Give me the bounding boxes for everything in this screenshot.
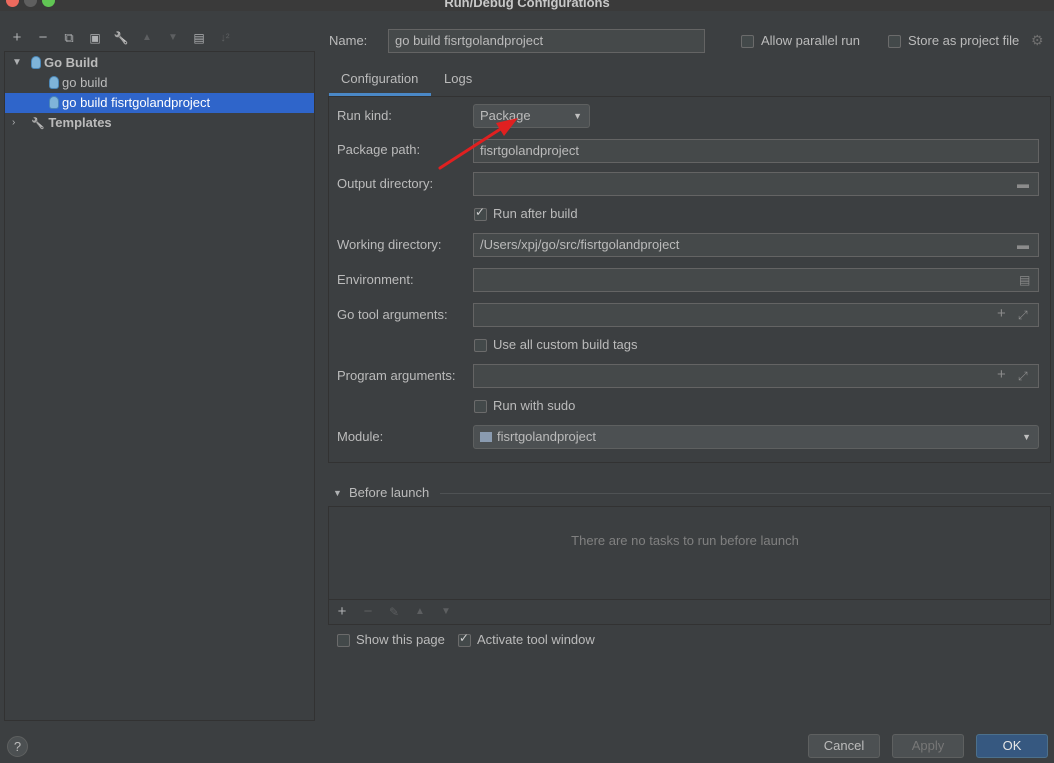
gopher-icon bbox=[49, 76, 59, 89]
divider bbox=[440, 493, 1051, 494]
add-configuration-button[interactable]: + bbox=[8, 29, 26, 47]
use-custom-tags-checkbox[interactable] bbox=[474, 339, 487, 352]
package-path-field[interactable]: fisrtgolandproject bbox=[473, 139, 1039, 163]
run-kind-label: Run kind: bbox=[337, 108, 392, 123]
package-path-label: Package path: bbox=[337, 142, 421, 157]
working-directory-field[interactable]: /Users/xpj/go/src/fisrtgolandproject bbox=[473, 233, 1039, 257]
program-arguments-field[interactable] bbox=[473, 364, 1039, 388]
tree-item-label: go build fisrtgolandproject bbox=[62, 95, 211, 110]
pencil-icon[interactable]: ✎ bbox=[385, 603, 403, 621]
store-project-checkbox[interactable] bbox=[888, 35, 901, 48]
run-after-build-label: Run after build bbox=[493, 206, 578, 221]
allow-parallel-label: Allow parallel run bbox=[761, 33, 860, 48]
move-up-button[interactable]: ▲ bbox=[138, 29, 156, 47]
sort-button[interactable]: ↓² bbox=[216, 29, 234, 47]
activate-tool-window-checkbox[interactable] bbox=[458, 631, 471, 647]
copy-configuration-button[interactable]: ⧉ bbox=[60, 29, 78, 47]
chevron-down-icon: ▼ bbox=[1022, 432, 1031, 442]
expand-icon[interactable]: ⤢ bbox=[1018, 307, 1028, 323]
move-task-up-button[interactable]: ▲ bbox=[411, 603, 429, 621]
edit-defaults-button[interactable]: 🔧 bbox=[112, 29, 130, 47]
before-launch-empty-text: There are no tasks to run before launch bbox=[571, 533, 799, 548]
cancel-button[interactable]: Cancel bbox=[808, 734, 880, 758]
remove-configuration-button[interactable]: − bbox=[34, 29, 52, 47]
wrench-icon: 🔧 bbox=[31, 118, 45, 130]
environment-label: Environment: bbox=[337, 272, 414, 287]
ok-button[interactable]: OK bbox=[976, 734, 1048, 758]
annotation-arrow-icon bbox=[438, 118, 518, 170]
document-icon[interactable]: ▤ bbox=[1019, 272, 1030, 288]
working-directory-label: Working directory: bbox=[337, 237, 442, 252]
output-directory-label: Output directory: bbox=[337, 176, 434, 191]
tree-item-templates[interactable]: › 🔧 Templates bbox=[5, 113, 314, 133]
folder-icon[interactable]: ▬ bbox=[1017, 237, 1029, 253]
configuration-tree[interactable]: ▼ Go Build go build go build fisrtgoland… bbox=[4, 51, 315, 721]
tree-item-label: Templates bbox=[48, 115, 112, 130]
gopher-icon bbox=[31, 56, 41, 69]
folder-icon[interactable]: ▬ bbox=[1017, 176, 1029, 192]
show-page-checkbox[interactable] bbox=[337, 634, 350, 647]
tree-item-label: go build bbox=[62, 75, 108, 90]
save-configuration-button[interactable]: ▣ bbox=[86, 29, 104, 47]
run-after-build-checkbox[interactable] bbox=[474, 205, 487, 221]
module-select[interactable]: fisrtgolandproject ▼ bbox=[473, 425, 1039, 449]
chevron-down-icon[interactable]: ▼ bbox=[12, 53, 22, 73]
gopher-icon bbox=[49, 96, 59, 109]
gear-icon[interactable]: ⚙ bbox=[1031, 32, 1044, 49]
help-button[interactable]: ? bbox=[7, 736, 28, 757]
go-tool-arguments-label: Go tool arguments: bbox=[337, 307, 448, 322]
environment-field[interactable] bbox=[473, 268, 1039, 292]
tree-item-go-build[interactable]: go build bbox=[5, 73, 314, 93]
window-title: Run/Debug Configurations bbox=[444, 0, 610, 10]
program-arguments-label: Program arguments: bbox=[337, 368, 456, 383]
folder-add-button[interactable]: ▤ bbox=[190, 29, 208, 47]
move-down-button[interactable]: ▼ bbox=[164, 29, 182, 47]
expand-icon[interactable]: ⤢ bbox=[1018, 368, 1028, 384]
remove-task-button[interactable]: − bbox=[359, 603, 377, 621]
tab-configuration[interactable]: Configuration bbox=[341, 71, 418, 86]
tab-logs[interactable]: Logs bbox=[444, 71, 472, 86]
module-value: fisrtgolandproject bbox=[497, 429, 596, 444]
allow-parallel-checkbox[interactable] bbox=[741, 35, 754, 48]
title-bar: Run/Debug Configurations bbox=[0, 0, 1054, 11]
use-custom-tags-label: Use all custom build tags bbox=[493, 337, 638, 352]
tree-group-go-build[interactable]: ▼ Go Build bbox=[5, 53, 314, 73]
before-launch-title[interactable]: Before launch bbox=[349, 485, 429, 500]
go-tool-arguments-field[interactable] bbox=[473, 303, 1039, 327]
activate-tool-window-label: Activate tool window bbox=[477, 632, 595, 647]
output-directory-field[interactable] bbox=[473, 172, 1039, 196]
move-task-down-button[interactable]: ▼ bbox=[437, 603, 455, 621]
module-label: Module: bbox=[337, 429, 384, 444]
run-with-sudo-checkbox[interactable] bbox=[474, 400, 487, 413]
tree-item-go-build-fisrtgolandproject[interactable]: go build fisrtgolandproject bbox=[5, 93, 314, 113]
plus-icon[interactable]: + bbox=[997, 306, 1006, 322]
plus-icon[interactable]: + bbox=[997, 367, 1006, 383]
apply-button[interactable]: Apply bbox=[892, 734, 964, 758]
store-project-label: Store as project file bbox=[908, 33, 1020, 48]
name-field[interactable]: go build fisrtgolandproject bbox=[388, 29, 705, 53]
name-label: Name: bbox=[329, 33, 368, 48]
module-folder-icon bbox=[480, 432, 492, 442]
divider bbox=[329, 599, 1050, 600]
add-task-button[interactable]: + bbox=[333, 603, 351, 621]
chevron-right-icon[interactable]: › bbox=[12, 113, 22, 133]
chevron-down-icon: ▼ bbox=[573, 111, 582, 121]
run-with-sudo-label: Run with sudo bbox=[493, 398, 576, 413]
tree-group-label: Go Build bbox=[44, 55, 99, 70]
chevron-down-icon[interactable]: ▼ bbox=[333, 488, 342, 498]
show-page-label: Show this page bbox=[356, 632, 445, 647]
